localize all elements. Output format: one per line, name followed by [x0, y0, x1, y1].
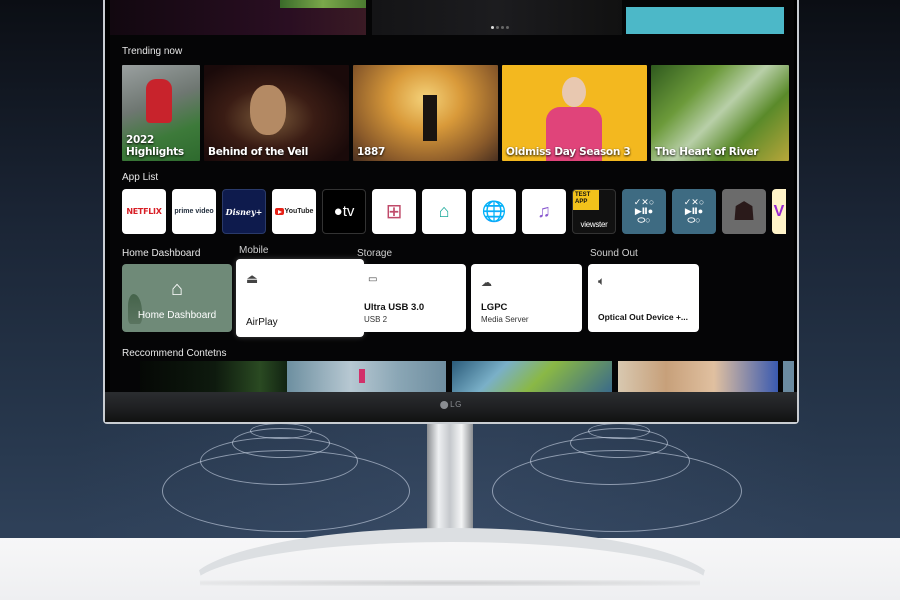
hooded-figure-icon: ☗ — [732, 196, 756, 226]
viewster-label: viewster — [580, 220, 608, 229]
monitor: Trending now 2022 Highlights Behind of t… — [103, 0, 799, 424]
page-dot[interactable] — [491, 26, 494, 29]
storage-heading: Storage — [357, 248, 393, 259]
title-line: 2022 — [126, 134, 155, 146]
trending-row: 2022 Highlights Behind of the Veil 1887 … — [122, 65, 789, 161]
lg-logo-text: LG — [450, 400, 462, 409]
app-viewster[interactable]: TEST APP viewster — [572, 189, 616, 234]
home-dashboard-card[interactable]: ⌂ Home Dashboard — [122, 264, 232, 332]
recommended-item[interactable] — [287, 361, 446, 392]
trending-title: 2022 Highlights — [126, 134, 184, 158]
prime-video-logo: prime video — [174, 208, 214, 215]
cloud-server-icon: ☁ — [481, 277, 492, 289]
mobile-heading: Mobile — [239, 245, 269, 256]
trending-item[interactable]: 2022 Highlights — [122, 65, 200, 161]
hero-banner-left[interactable] — [110, 0, 366, 35]
sound-out-card[interactable]: 🔈︎ Optical Out Device +... — [588, 264, 699, 332]
media-icon: ♫ — [537, 201, 551, 221]
airplay-card[interactable]: ⏏ AirPlay — [236, 259, 364, 337]
app-netflix[interactable]: NETFLIX — [122, 189, 166, 234]
grid-icon: ⊞ — [385, 201, 403, 223]
trending-item[interactable]: Behind of the Veil — [204, 65, 349, 161]
recommended-heading: Reccommend Contetns — [122, 348, 227, 359]
app-apple-tv[interactable]: ●tv — [322, 189, 366, 234]
youtube-logo: YouTube — [274, 208, 314, 215]
sound-out-heading: Sound Out — [590, 248, 638, 259]
card-title: Ultra USB 3.0 — [364, 302, 425, 313]
recommended-item[interactable] — [452, 361, 612, 392]
hero-banner-right[interactable] — [626, 7, 784, 34]
disney-plus-logo: Disney+ — [225, 206, 263, 217]
sound-wave-left-4 — [162, 450, 410, 532]
trending-title: Oldmiss Day Season 3 — [506, 146, 631, 158]
app-list: NETFLIX prime video Disney+ YouTube ●tv … — [122, 189, 786, 234]
app-media-player[interactable]: ♫ — [522, 189, 566, 234]
trending-item[interactable]: 1887 — [353, 65, 498, 161]
app-partial[interactable]: V — [772, 189, 786, 234]
trending-title: The Heart of River — [655, 146, 759, 158]
netflix-logo: NETFLIX — [126, 207, 162, 216]
trending-item[interactable]: Oldmiss Day Season 3 — [502, 65, 647, 161]
sound-wave-right-4 — [492, 450, 742, 532]
page-dot[interactable] — [501, 26, 504, 29]
home-hub-icon: ⌂ — [170, 278, 184, 300]
lg-logo-icon — [440, 400, 449, 409]
trending-title: Behind of the Veil — [208, 146, 309, 158]
home-hub-icon: ⌂ — [438, 201, 450, 221]
carousel-page-indicator[interactable] — [491, 26, 509, 29]
apple-tv-logo: ●tv — [333, 203, 355, 220]
monitor-stand-neck — [427, 424, 473, 542]
card-subtitle: USB 2 — [364, 315, 388, 324]
globe-icon: 🌐 — [481, 201, 507, 223]
monitor-bezel: LG — [105, 392, 797, 422]
hero-carousel[interactable] — [110, 0, 794, 36]
app-web-browser[interactable]: 🌐 — [472, 189, 516, 234]
airplay-icon: ⏏ — [246, 271, 259, 286]
card-title: AirPlay — [246, 317, 278, 328]
speaker-icon: 🔈︎ — [598, 274, 606, 288]
media-server-card[interactable]: ☁ LGPC Media Server — [471, 264, 582, 332]
test-app-badge: TEST APP — [573, 190, 599, 210]
tv-home-screen: Trending now 2022 Highlights Behind of t… — [110, 0, 794, 392]
app-game-controller[interactable]: ✓✕○ ▶Ⅱ● ⬭○ — [622, 189, 666, 234]
trending-title: 1887 — [357, 146, 386, 158]
trending-heading: Trending now — [122, 46, 183, 57]
youtube-label: YouTube — [284, 208, 314, 215]
card-title: Optical Out Device +... — [598, 312, 688, 322]
trending-item[interactable]: The Heart of River — [651, 65, 789, 161]
recommended-item[interactable] — [618, 361, 778, 392]
hero-banner-center[interactable] — [372, 0, 622, 35]
card-subtitle: Media Server — [481, 315, 529, 324]
youtube-play-icon — [274, 208, 284, 215]
card-title: Home Dashboard — [137, 310, 217, 321]
app-list-heading: App List — [122, 172, 159, 183]
title-line: Highlights — [126, 146, 184, 158]
badge-line: TEST — [575, 192, 591, 198]
page-dot[interactable] — [506, 26, 509, 29]
usb-drive-icon: ▭ — [368, 274, 378, 285]
stand-shadow — [200, 580, 700, 586]
page-dot[interactable] — [496, 26, 499, 29]
card-title: LGPC — [481, 302, 508, 313]
app-prime-video[interactable]: prime video — [172, 189, 216, 234]
gamepad-buttons-icon: ✓✕○ ▶Ⅱ● ⬭○ — [683, 197, 705, 225]
recommended-item[interactable] — [783, 361, 794, 392]
usb-storage-card[interactable]: ▭ Ultra USB 3.0 USB 2 — [360, 264, 466, 332]
home-dashboard-heading: Home Dashboard — [122, 248, 201, 259]
apple-tv-label: tv — [342, 203, 355, 220]
app-apps[interactable]: ⊞ — [372, 189, 416, 234]
app-mystery[interactable]: ☗ — [722, 189, 766, 234]
app-youtube[interactable]: YouTube — [272, 189, 316, 234]
v-logo-icon: V — [773, 202, 785, 220]
recommended-item[interactable] — [140, 361, 290, 392]
app-home-hub[interactable]: ⌂ — [422, 189, 466, 234]
badge-line: APP — [575, 199, 588, 205]
app-disney-plus[interactable]: Disney+ — [222, 189, 266, 234]
app-game-controller[interactable]: ✓✕○ ▶Ⅱ● ⬭○ — [672, 189, 716, 234]
recommended-row — [110, 361, 794, 392]
gamepad-buttons-icon: ✓✕○ ▶Ⅱ● ⬭○ — [633, 197, 655, 225]
lg-logo: LG — [440, 400, 462, 409]
